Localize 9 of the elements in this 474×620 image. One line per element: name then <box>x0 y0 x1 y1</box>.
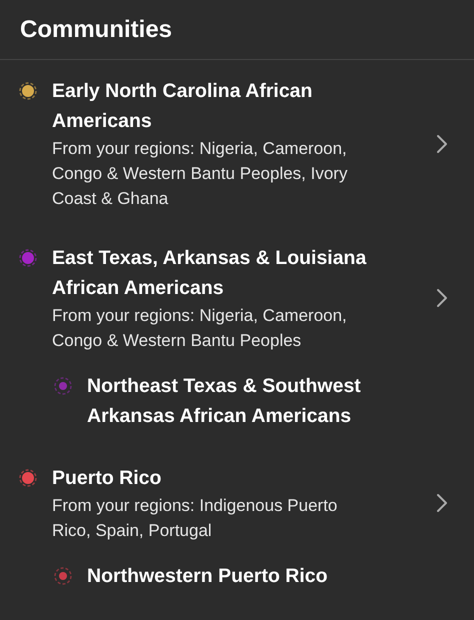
sub-community-title[interactable]: Northeast Texas & Southwest Arkansas African Americans <box>87 371 387 431</box>
community-title[interactable]: Early North Carolina African Americans <box>52 76 370 136</box>
community-regions: From your regions: Indigenous Puerto Rico, Spain, Portugal <box>52 495 338 542</box>
community-regions: From your regions: Nigeria, Cameroon, Congo & Western Bantu Peoples, Ivory Coast & Ghana <box>52 138 348 210</box>
community-title[interactable]: East Texas, Arkansas & Louisiana African Americans <box>52 243 370 303</box>
community-regions: From your regions: Nigeria, Cameroon, Congo & Western Bantu Peoples <box>52 305 348 352</box>
section-title: Communities <box>20 15 174 45</box>
sub-community-title[interactable]: Northwestern Puerto Rico <box>87 561 387 591</box>
community-title[interactable]: Puerto Rico <box>52 463 370 493</box>
